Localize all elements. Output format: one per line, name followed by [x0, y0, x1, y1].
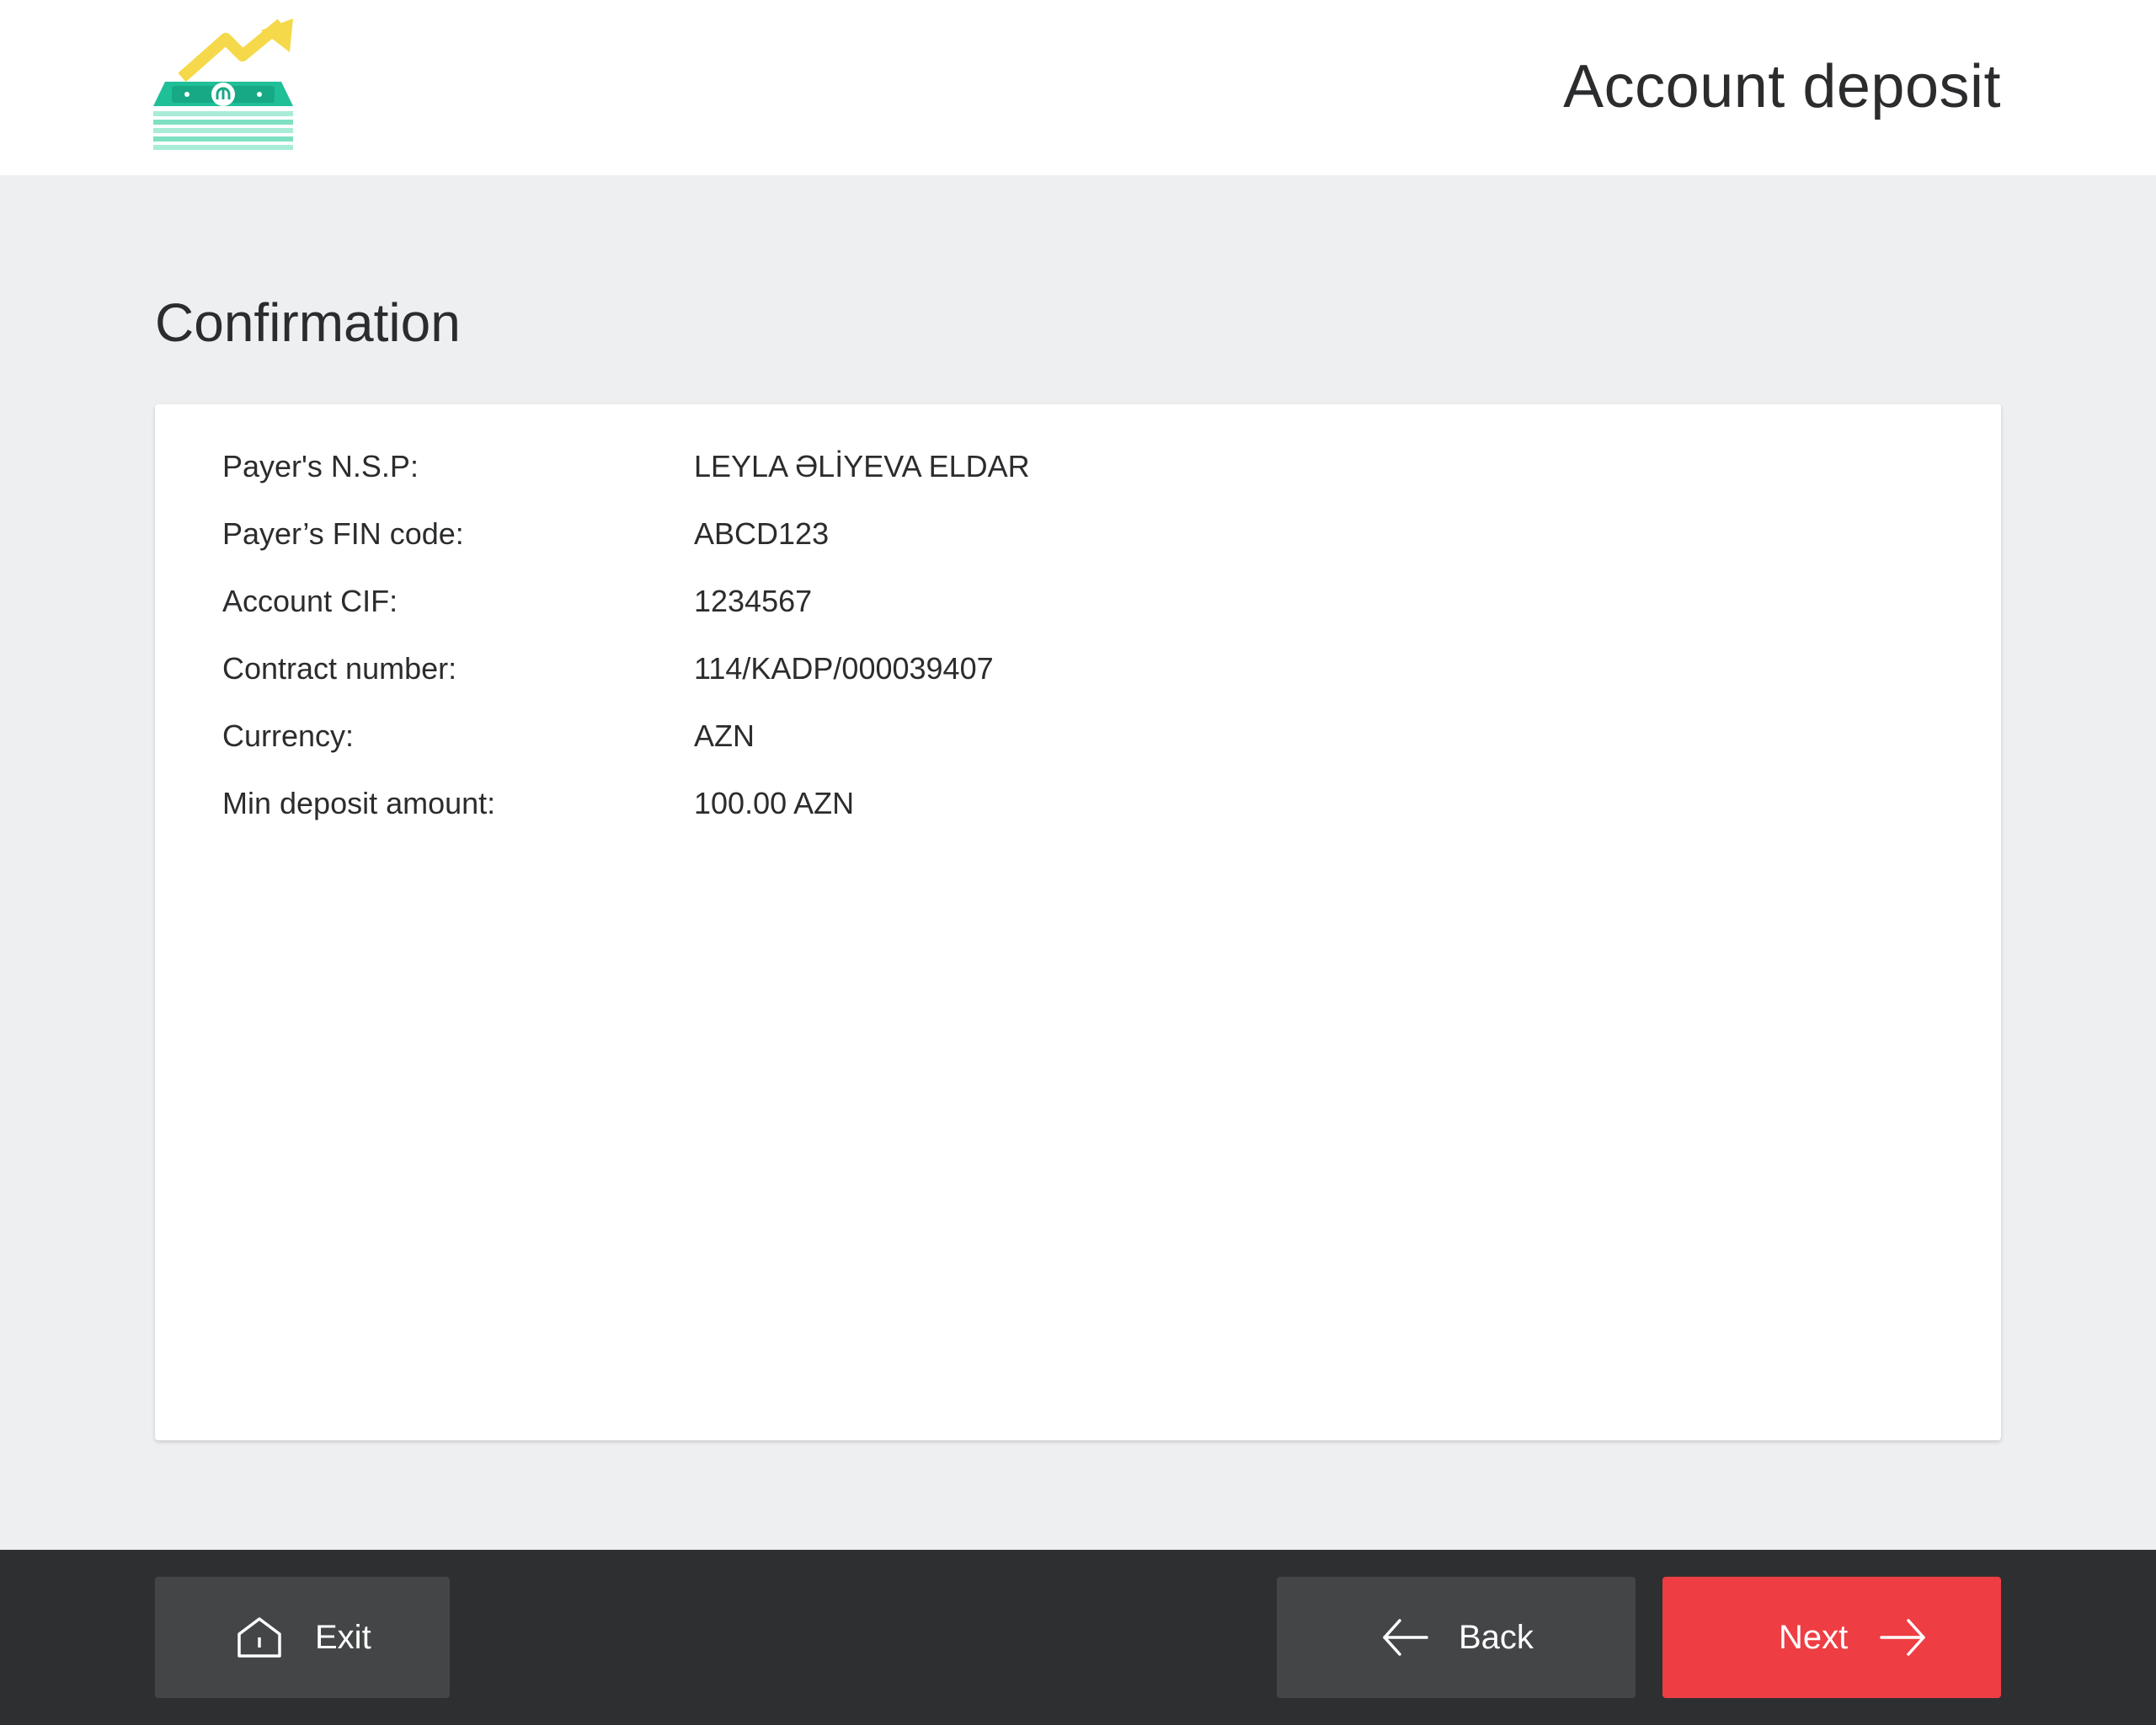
- exit-button[interactable]: Exit: [155, 1577, 450, 1698]
- arrow-left-icon: [1383, 1619, 1428, 1656]
- next-button[interactable]: Next: [1662, 1577, 2001, 1698]
- home-icon: [237, 1617, 281, 1658]
- back-button-label: Back: [1459, 1619, 1534, 1656]
- detail-row-fin-code: Payer’s FIN code: ABCD123: [222, 509, 1907, 559]
- detail-value: ABCD123: [694, 516, 830, 551]
- page: Account deposit Confirmation Payer's N.S…: [0, 0, 2156, 1725]
- detail-value: 1234567: [694, 584, 813, 618]
- detail-row-payer-name: Payer's N.S.P: LEYLA ƏLİYEVA ELDAR: [222, 441, 1907, 492]
- back-button[interactable]: Back: [1277, 1577, 1636, 1698]
- money-growth-icon: [153, 19, 293, 150]
- detail-value: AZN: [694, 718, 755, 753]
- next-button-label: Next: [1779, 1619, 1849, 1656]
- footer-bar: Exit Back Next: [0, 1550, 2156, 1725]
- detail-value: 100.00 AZN: [694, 786, 855, 820]
- header-bar: Account deposit: [0, 0, 2156, 175]
- detail-label: Currency:: [222, 718, 355, 753]
- confirmation-card: Payer's N.S.P: LEYLA ƏLİYEVA ELDAR Payer…: [155, 404, 2001, 1440]
- detail-row-account-cif: Account CIF: 1234567: [222, 576, 1907, 627]
- detail-label: Min deposit amount:: [222, 786, 496, 820]
- detail-value: LEYLA ƏLİYEVA ELDAR: [694, 449, 1030, 483]
- detail-row-contract-number: Contract number: 114/KADP/000039407: [222, 644, 1907, 694]
- detail-label: Payer’s FIN code:: [222, 516, 464, 551]
- detail-value: 114/KADP/000039407: [694, 651, 994, 686]
- detail-label: Contract number:: [222, 651, 457, 686]
- page-header-title: Account deposit: [1563, 53, 2001, 120]
- exit-button-label: Exit: [315, 1619, 371, 1656]
- detail-label: Account CIF:: [222, 584, 398, 618]
- detail-row-min-deposit: Min deposit amount: 100.00 AZN: [222, 778, 1907, 829]
- detail-label: Payer's N.S.P:: [222, 449, 419, 483]
- arrow-right-icon: [1880, 1619, 1925, 1656]
- section-title: Confirmation: [155, 292, 461, 353]
- detail-row-currency: Currency: AZN: [222, 711, 1907, 761]
